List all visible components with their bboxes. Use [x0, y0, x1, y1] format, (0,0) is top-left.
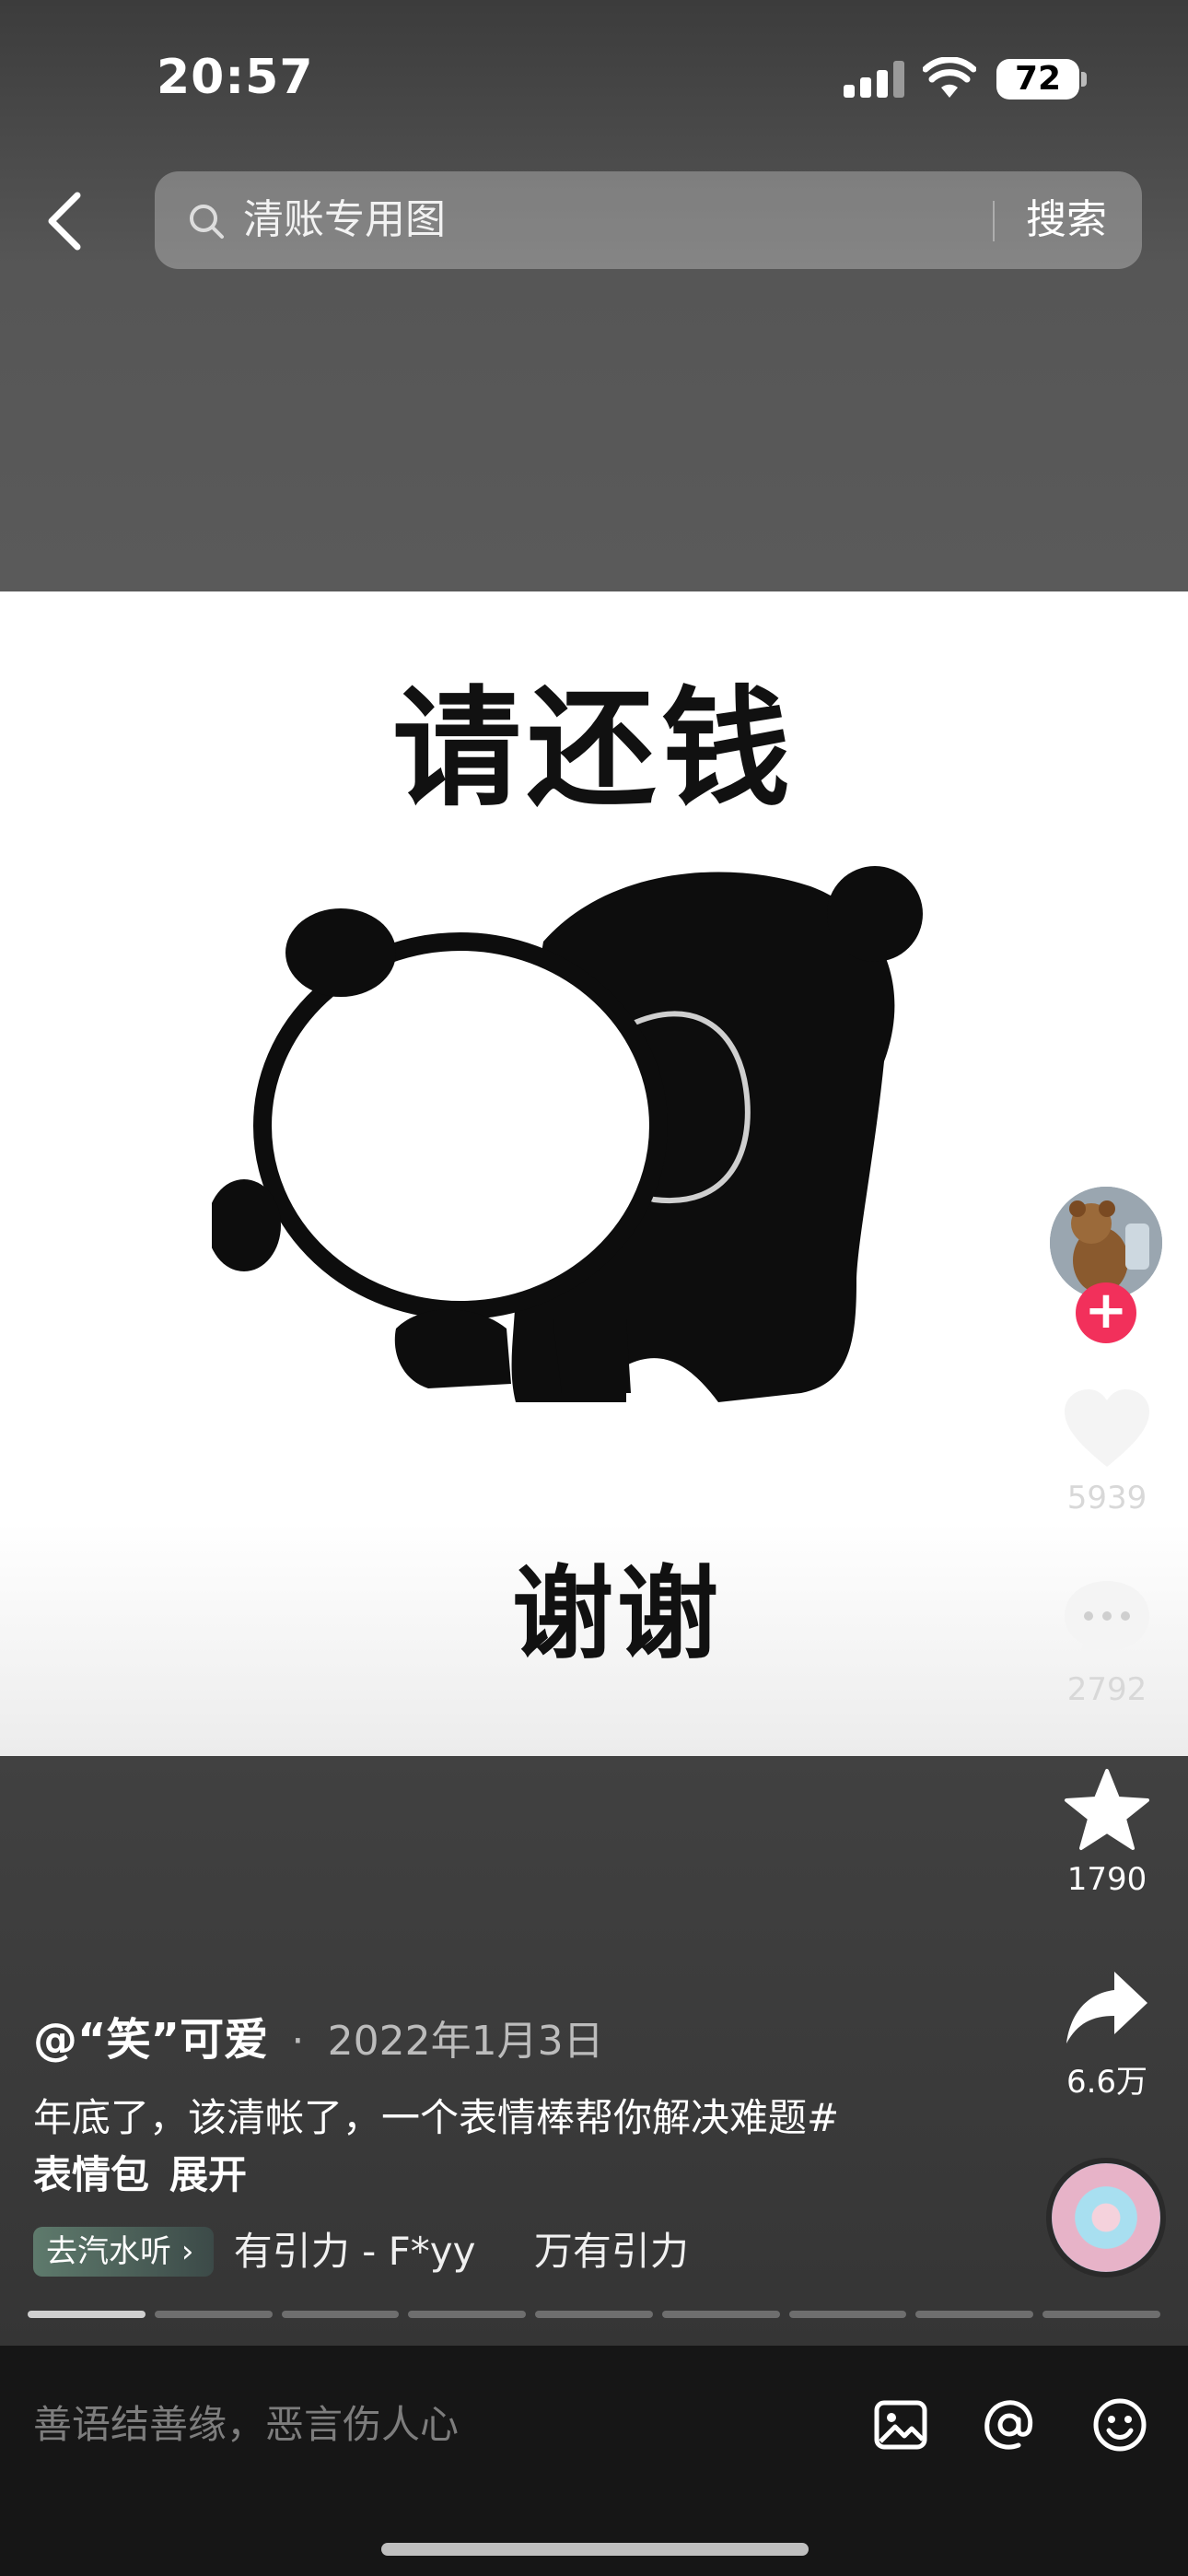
image-icon[interactable]: [871, 2395, 930, 2454]
post-caption: 年底了，该清帐了，一个表情棒帮你解决难题# 表情包 展开: [33, 2090, 973, 2204]
like-count: 5939: [1066, 1480, 1147, 1516]
caption-text: 年底了，该清帐了，一个表情棒帮你解决难题#: [33, 2095, 840, 2140]
meme-top-text: 请还钱: [391, 674, 796, 825]
post-date: 2022年1月3日: [327, 2018, 604, 2065]
progress-segment: [661, 2311, 780, 2318]
chevron-right-icon: ›: [181, 2233, 194, 2270]
back-button[interactable]: [37, 188, 96, 254]
comment-icon: [1065, 1581, 1149, 1658]
hashtag[interactable]: 表情包: [33, 2152, 149, 2197]
signal-icon: [844, 61, 904, 98]
search-divider: [993, 201, 995, 241]
post-meta: @“笑”可爱 · 2022年1月3日: [33, 2012, 604, 2069]
emoji-icon[interactable]: [1090, 2395, 1149, 2454]
progress-segment: [28, 2311, 146, 2318]
heart-icon: [1065, 1389, 1149, 1467]
progress-segment: [788, 2311, 907, 2318]
battery-nub: [1081, 72, 1087, 87]
battery-indicator: 72: [996, 59, 1079, 100]
progress-segment: [281, 2311, 400, 2318]
at-icon[interactable]: [980, 2395, 1039, 2454]
meme-image[interactable]: 请还钱 谢谢: [0, 591, 1188, 1756]
search-bar[interactable]: 清账专用图 搜索: [155, 171, 1142, 269]
favorite-count: 1790: [1066, 1861, 1147, 1898]
meme-bottom-text: 谢谢: [512, 1555, 722, 1673]
comment-input[interactable]: 善语结善缘，恶言伤人心: [33, 2397, 459, 2453]
panda-illustration: [212, 866, 923, 1402]
progress-segment: [535, 2311, 653, 2318]
search-icon: [190, 205, 224, 239]
comment-button[interactable]: 2792: [1044, 1577, 1170, 1708]
comment-bar: 善语结善缘，恶言伤人心: [0, 2346, 1188, 2576]
progress-segment: [915, 2311, 1034, 2318]
author-name[interactable]: @“笑”可爱: [33, 2014, 268, 2066]
progress-segment: [1042, 2311, 1161, 2318]
progress-indicator: [28, 2311, 1161, 2318]
date-separator: ·: [291, 2018, 305, 2065]
search-input[interactable]: 清账专用图: [243, 193, 446, 247]
share-icon: [1066, 1972, 1147, 2043]
share-count: 6.6万: [1066, 2064, 1148, 2101]
follow-button[interactable]: +: [1076, 1282, 1136, 1343]
comment-count: 2792: [1066, 1671, 1147, 1708]
status-time: 20:57: [157, 50, 314, 105]
music-row[interactable]: 去汽水听 › 有引力 - F*yy 万有引力: [33, 2224, 689, 2279]
progress-segment: [154, 2311, 273, 2318]
wifi-icon: [923, 57, 976, 98]
music-album: 万有引力: [533, 2229, 689, 2274]
music-disc[interactable]: [1046, 2158, 1166, 2277]
music-badge-label: 去汽水听: [46, 2233, 171, 2270]
search-button[interactable]: 搜索: [1026, 193, 1107, 247]
like-button[interactable]: 5939: [1044, 1386, 1170, 1516]
star-icon: [1065, 1769, 1149, 1850]
music-badge[interactable]: 去汽水听 ›: [33, 2227, 215, 2277]
music-title: 有引力 - F*yy: [233, 2229, 476, 2274]
progress-segment: [408, 2311, 527, 2318]
home-indicator: [381, 2543, 809, 2556]
share-button[interactable]: 6.6万: [1044, 1968, 1170, 2102]
expand-button[interactable]: 展开: [169, 2152, 247, 2197]
favorite-button[interactable]: 1790: [1044, 1767, 1170, 1898]
